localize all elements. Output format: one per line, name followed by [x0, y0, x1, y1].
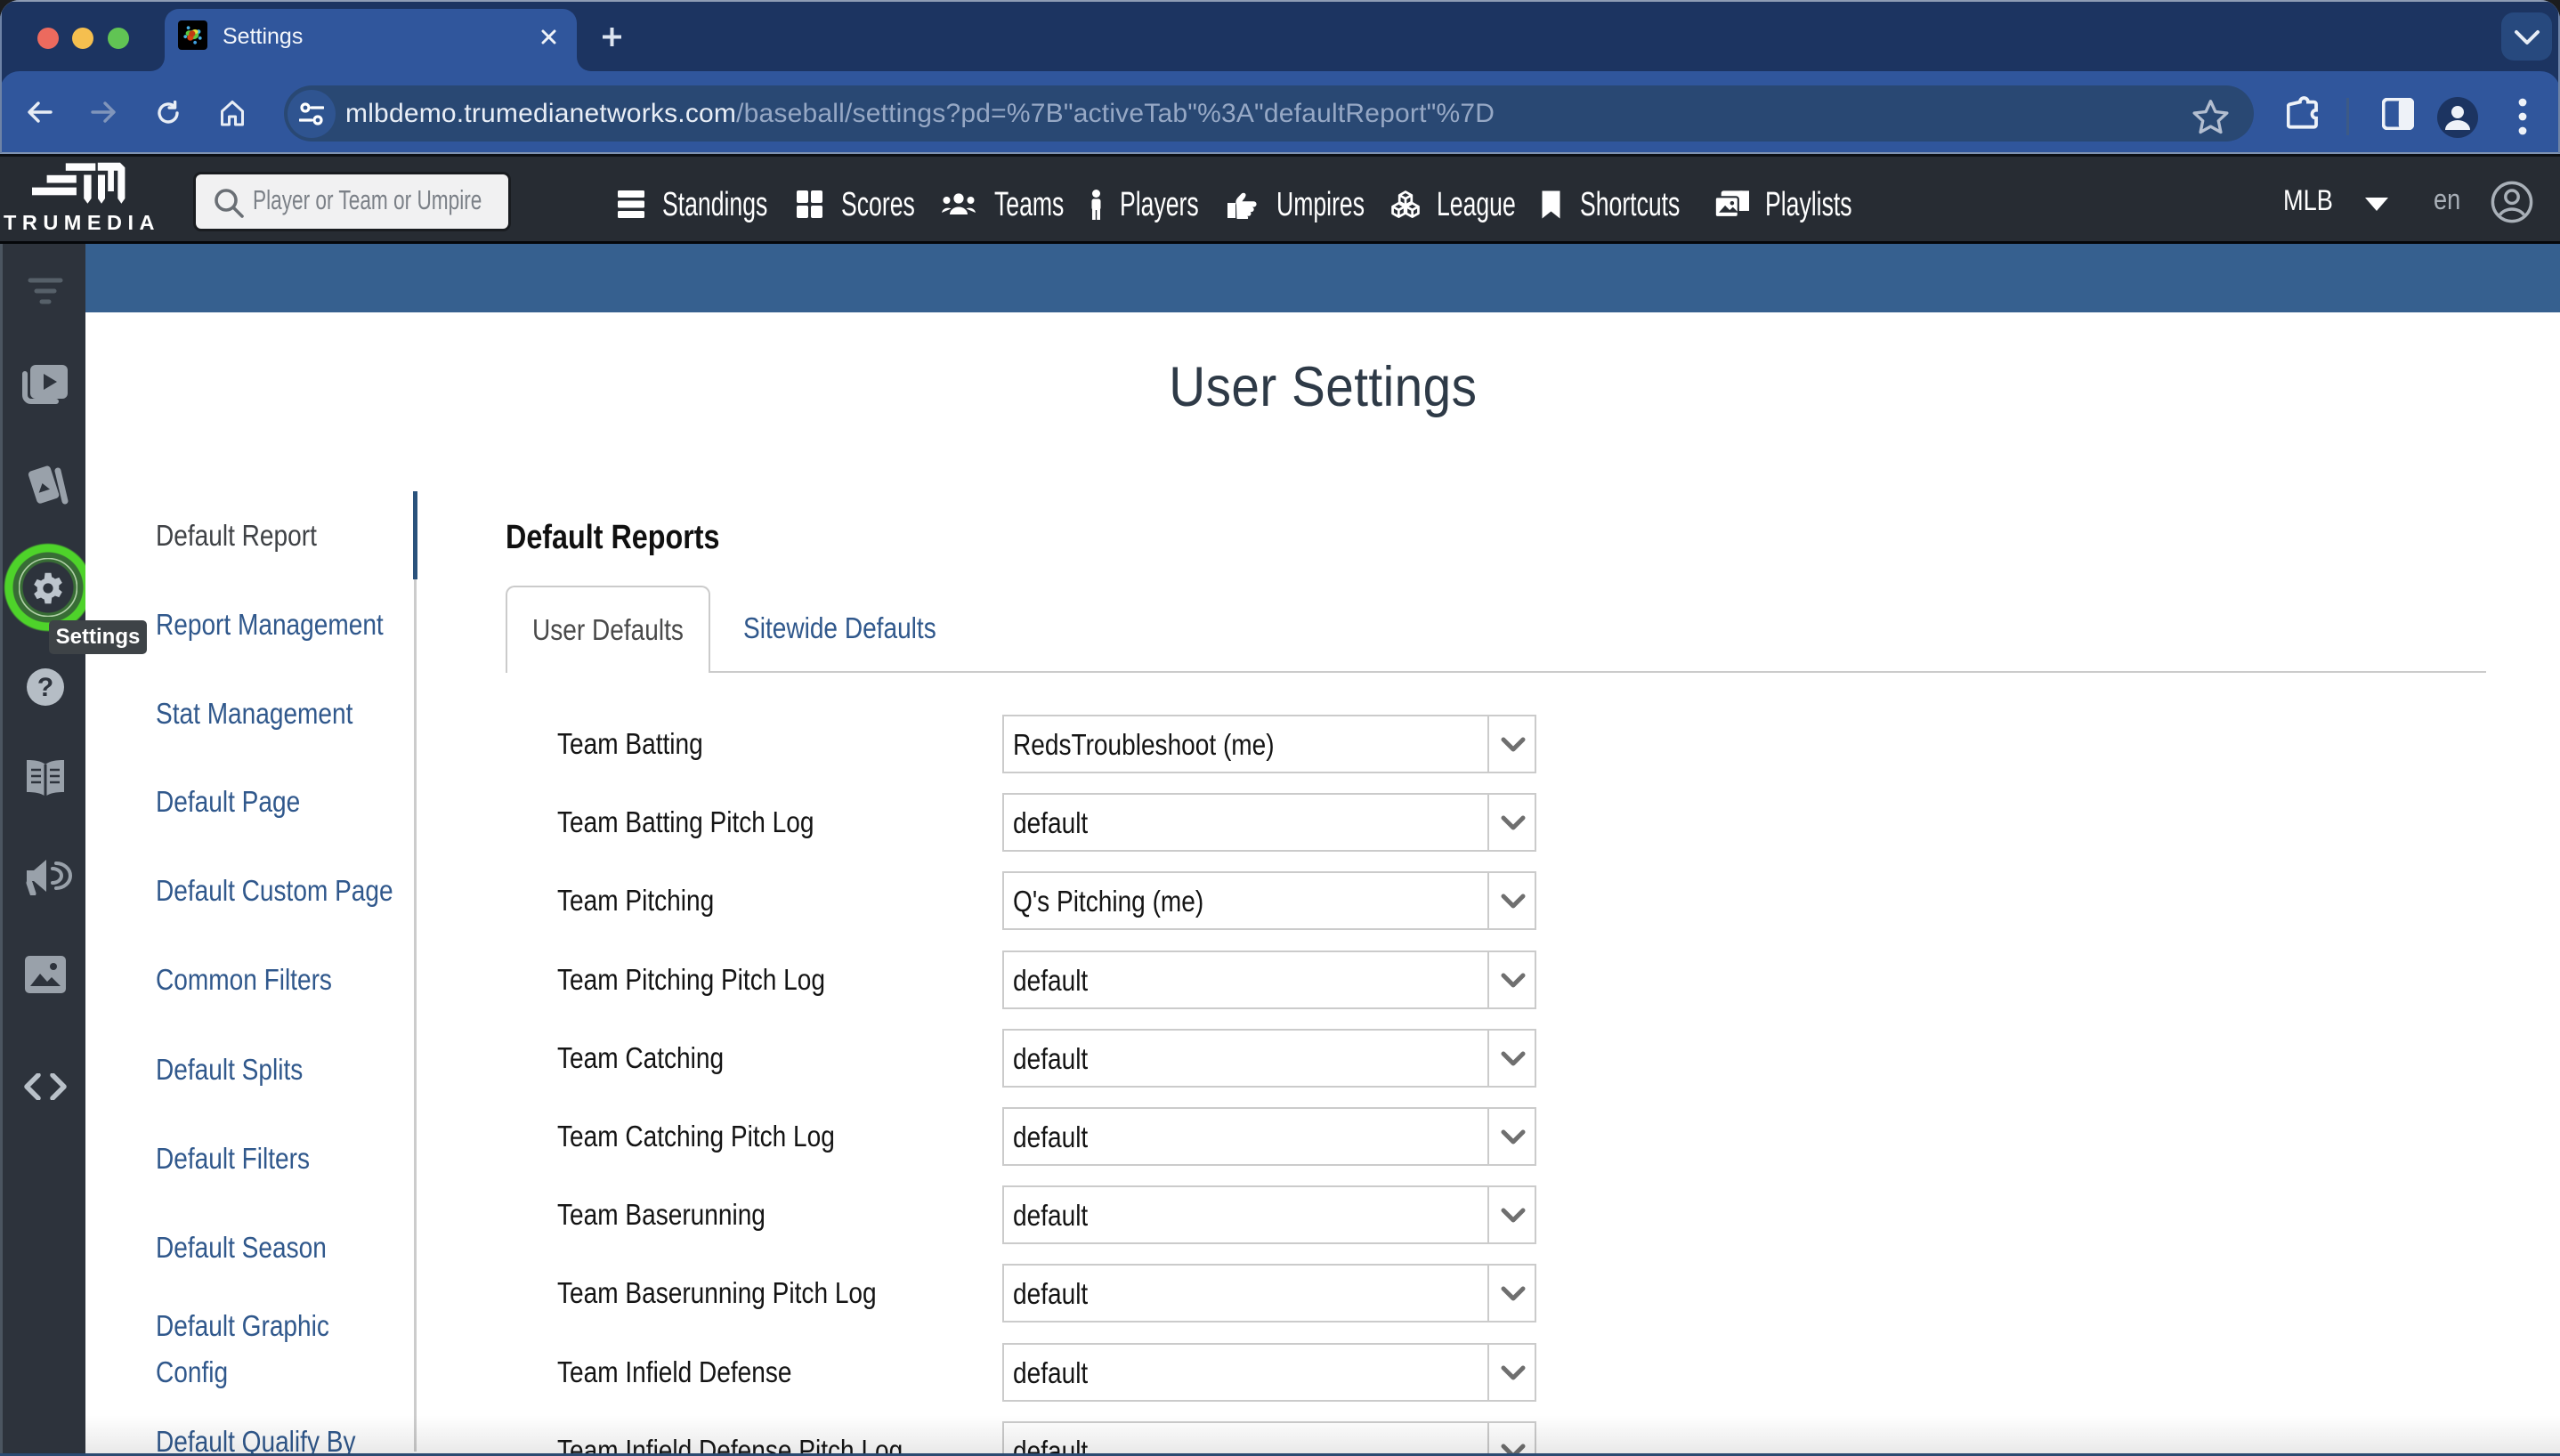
svg-text:?: ?: [37, 673, 53, 702]
